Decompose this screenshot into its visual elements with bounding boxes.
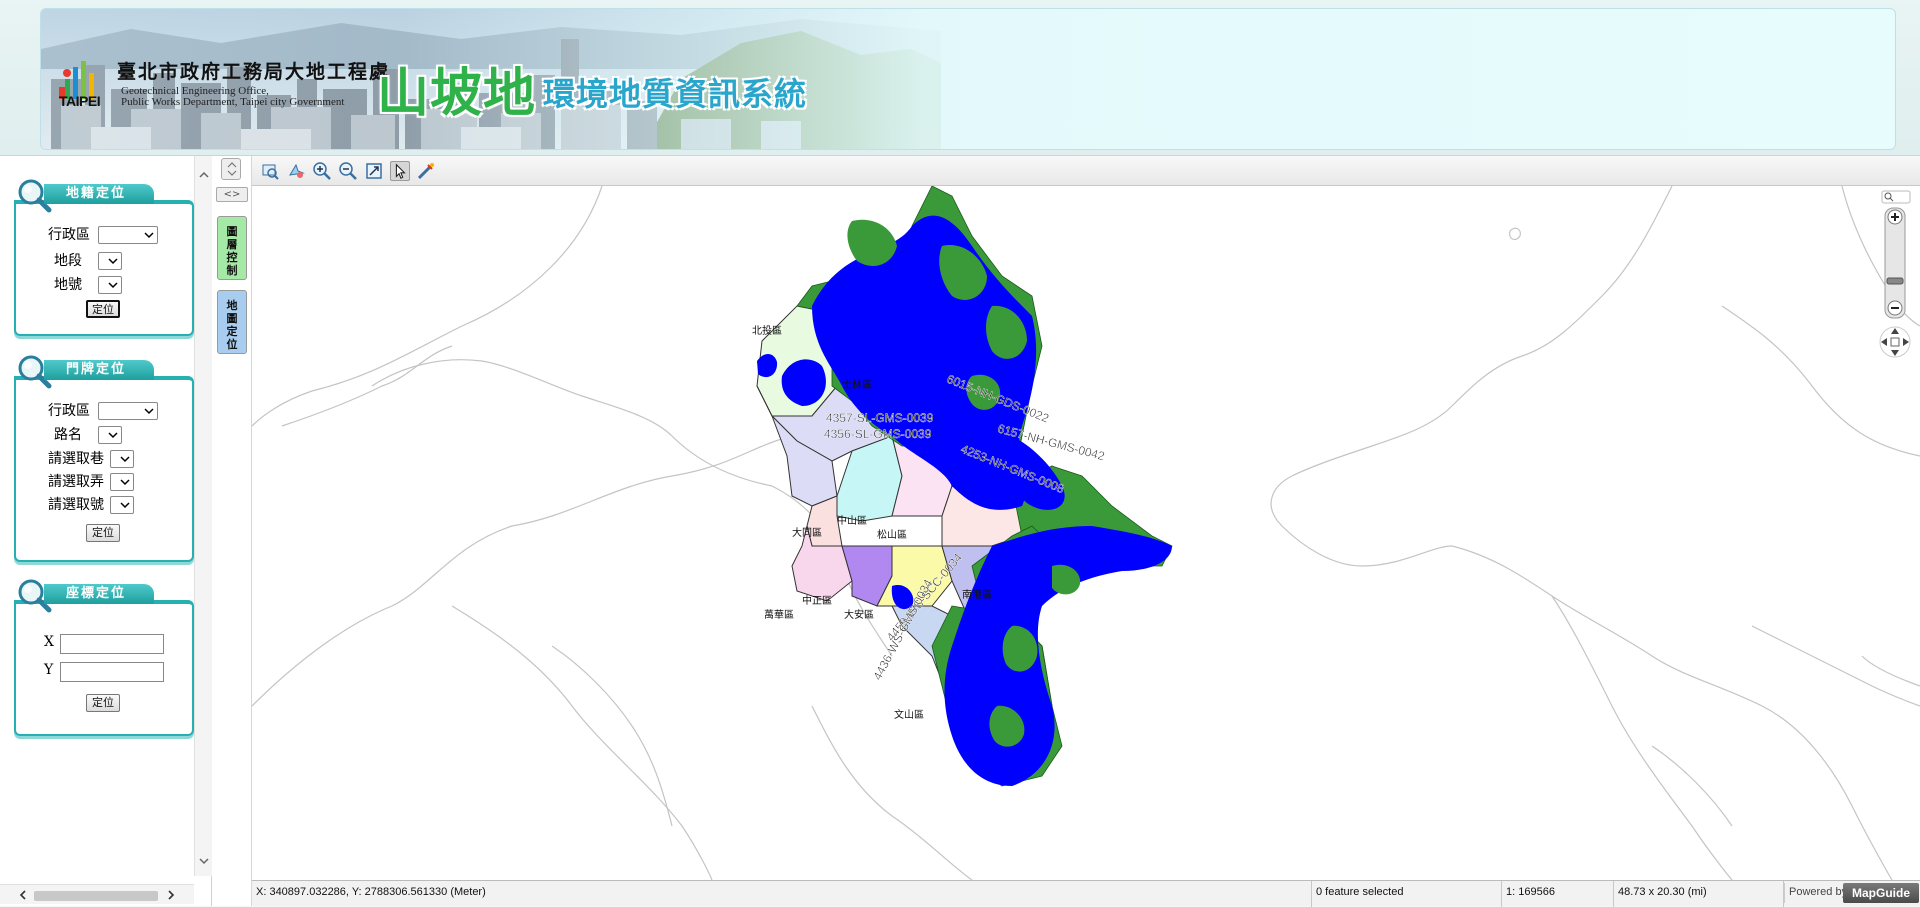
chevron-down-icon <box>144 232 154 239</box>
sidebar-horizontal-scrollbar[interactable] <box>0 884 194 904</box>
feature-label: 4356-SL-GMS-0039 <box>824 427 932 441</box>
refresh-map-icon[interactable] <box>260 161 280 181</box>
banner: TAIPEI 臺北市政府工務局大地工程處 Geotechnical Engine… <box>40 8 1896 150</box>
selection-count: 0 feature selected <box>1312 881 1502 907</box>
expand-toggle[interactable]: <> <box>216 187 248 202</box>
lane-label: 請選取巷 <box>48 451 104 467</box>
mapguide-logo: MapGuide <box>1843 883 1919 903</box>
zoom-out-icon[interactable] <box>338 161 358 181</box>
panel-title: 門牌定位 <box>44 360 154 380</box>
chevron-down-icon <box>108 258 118 265</box>
address-locate-panel: 門牌定位 行政區 路名 請選取巷 請選取弄 請選取號 定位 <box>14 352 194 562</box>
chevron-down-icon <box>120 456 130 463</box>
alley-label: 請選取弄 <box>48 474 104 490</box>
collapse-toggle[interactable] <box>221 158 241 180</box>
tab-label: 圖層控制 <box>226 225 238 277</box>
system-title-main: 山坡地 <box>377 64 537 124</box>
map-canvas[interactable]: 北投區士林區中山區 松山區 大同區萬華區 中正區 大安區 南港區文山區 4357-SL-G… <box>252 186 1920 880</box>
y-coordinate-input[interactable] <box>60 662 164 682</box>
coordinate-locate-panel: 座標定位 X Y 定位 <box>14 576 194 736</box>
district-label: 松山區 <box>877 528 907 541</box>
x-coordinate-input[interactable] <box>60 634 164 654</box>
x-label: X <box>44 634 54 650</box>
office-name-en-line2: Public Works Department, Taipei city Gov… <box>121 96 345 108</box>
district-label: 中山區 <box>837 514 867 527</box>
chevron-down-icon <box>120 502 130 509</box>
cadastral-locate-button[interactable]: 定位 <box>86 300 120 318</box>
district-label: 大安區 <box>844 608 874 621</box>
tab-label: 地圖定位 <box>226 299 238 351</box>
panel-title: 座標定位 <box>44 584 154 604</box>
panel-title: 地籍定位 <box>44 184 154 204</box>
map-svg[interactable]: 北投區士林區中山區松山區 大同區萬華區中正區大安區 南港區文山區 4357-SL-G… <box>252 186 1920 880</box>
zoom-extent-icon[interactable] <box>364 161 384 181</box>
coordinate-readout: X: 340897.032286, Y: 2788306.561330 (Met… <box>252 881 1312 907</box>
chevron-down-icon <box>108 282 118 289</box>
district-label: 北投區 <box>752 324 782 337</box>
chevron-down-icon <box>108 432 118 439</box>
select-icon[interactable] <box>390 161 410 181</box>
logo-text: TAIPEI <box>59 93 101 109</box>
district-label: 士林區 <box>842 378 872 391</box>
system-title-sub: 環境地質資訊系統 <box>543 75 808 113</box>
panel-tab: 座標定位 <box>14 576 194 613</box>
scrollbar-thumb[interactable] <box>34 891 158 901</box>
collapse-arrows-icon <box>227 162 237 176</box>
feature-label: 4357-SL-GMS-0039 <box>826 411 934 425</box>
alley-select[interactable] <box>110 473 134 491</box>
powered-by-text: Powered by <box>1789 886 1848 898</box>
district-label: 南港區 <box>962 588 992 601</box>
panel-tab: 門牌定位 <box>14 352 194 389</box>
road-select[interactable] <box>98 426 122 444</box>
office-name-cn: 臺北市政府工務局大地工程處 <box>117 61 391 83</box>
left-sidebar: 地籍定位 行政區 地段 地號 定位 門牌定位 行政區 路名 請選取巷 請選取弄 … <box>0 156 212 906</box>
y-label: Y <box>44 662 54 678</box>
tab-layer-control[interactable]: 圖層控制 <box>217 216 247 280</box>
district-label: 萬華區 <box>764 608 794 621</box>
lot-select[interactable] <box>98 276 122 294</box>
map-extent: 48.73 x 20.30 (mi) <box>1614 881 1784 907</box>
number-select[interactable] <box>110 496 134 514</box>
status-bar: X: 340897.032286, Y: 2788306.561330 (Met… <box>252 880 1920 907</box>
header: TAIPEI 臺北市政府工務局大地工程處 Geotechnical Engine… <box>0 0 1920 156</box>
address-locate-button[interactable]: 定位 <box>86 524 120 542</box>
pan-icon[interactable] <box>286 161 306 181</box>
road-label: 路名 <box>54 427 82 443</box>
tab-map-locate[interactable]: 地圖定位 <box>217 290 247 354</box>
chevron-down-icon <box>120 479 130 486</box>
section-select[interactable] <box>98 252 122 270</box>
map-scale: 1: 169566 <box>1502 881 1614 907</box>
sidebar-vertical-scrollbar[interactable] <box>194 156 212 876</box>
lot-label: 地號 <box>54 277 82 293</box>
chevron-down-icon <box>144 408 154 415</box>
zoom-slider-control[interactable] <box>1876 190 1914 376</box>
district-select[interactable] <box>98 226 158 244</box>
section-label: 地段 <box>54 253 82 269</box>
map-toolbar <box>252 156 1920 186</box>
cadastral-locate-panel: 地籍定位 行政區 地段 地號 定位 <box>14 176 194 336</box>
panel-tab: 地籍定位 <box>14 176 194 213</box>
district-label: 大同區 <box>792 526 822 539</box>
measure-icon[interactable] <box>416 161 436 181</box>
number-label: 請選取號 <box>48 497 104 513</box>
district-label: 文山區 <box>894 708 924 721</box>
powered-by-badge: Powered by MapGuide <box>1784 883 1920 903</box>
address-district-select[interactable] <box>98 402 158 420</box>
zoom-in-icon[interactable] <box>312 161 332 181</box>
chevron-up-icon[interactable] <box>199 170 209 180</box>
district-label: 中正區 <box>802 594 832 607</box>
chevron-right-icon[interactable] <box>166 890 176 900</box>
lane-select[interactable] <box>110 450 134 468</box>
chevron-left-icon[interactable] <box>18 890 28 900</box>
district-label: 行政區 <box>48 227 90 243</box>
coordinate-locate-button[interactable]: 定位 <box>86 694 120 712</box>
panel-toggle-strip: <> 圖層控制 地圖定位 <box>212 156 252 906</box>
district-label: 行政區 <box>48 403 90 419</box>
chevron-down-icon[interactable] <box>199 856 209 866</box>
